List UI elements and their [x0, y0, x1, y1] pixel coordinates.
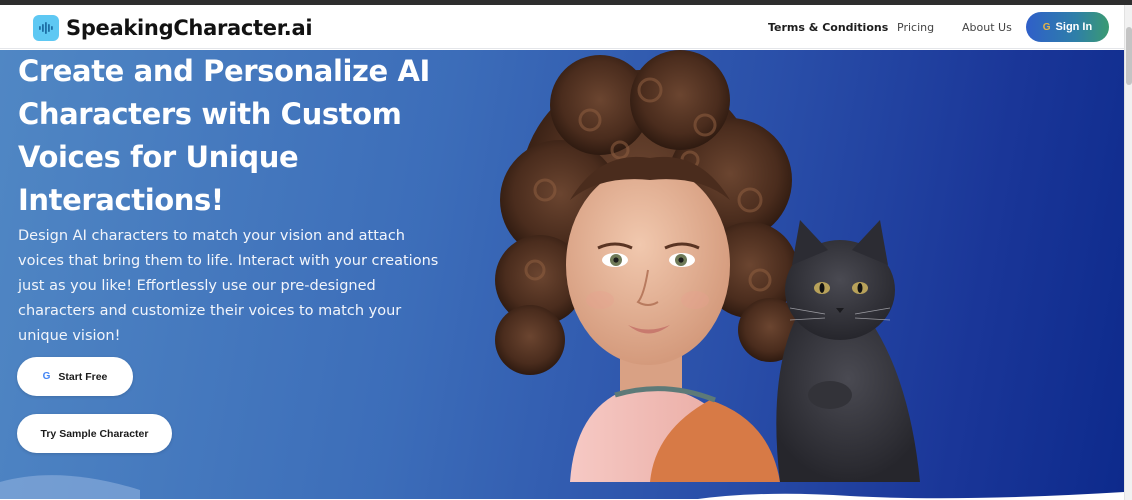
- hero-subtext: Design AI characters to match your visio…: [18, 228, 439, 344]
- start-free-button[interactable]: G Start Free: [17, 357, 133, 396]
- sound-wave-icon: [33, 15, 59, 41]
- hero-headline: Create and Personalize AI Characters wit…: [18, 54, 430, 217]
- hero-section: Create and Personalize AI Characters wit…: [0, 50, 1124, 500]
- google-g-icon: G: [1042, 21, 1051, 33]
- sign-in-button[interactable]: G Sign In: [1026, 12, 1109, 42]
- try-sample-label: Try Sample Character: [40, 427, 149, 440]
- nav-pricing-link[interactable]: Pricing: [897, 21, 934, 34]
- hero-bottom-wave: [0, 475, 1124, 500]
- google-g-icon: G: [42, 371, 51, 382]
- nav-about-link[interactable]: About Us: [962, 21, 1012, 34]
- nav-terms-link[interactable]: Terms & Conditions: [768, 21, 888, 34]
- try-sample-character-button[interactable]: Try Sample Character: [17, 414, 172, 453]
- navbar: SpeakingCharacter.ai Terms & Conditions …: [0, 5, 1124, 49]
- page-scrollbar[interactable]: [1124, 5, 1132, 500]
- hero-character-image: [495, 50, 920, 482]
- brand-name: SpeakingCharacter.ai: [66, 16, 313, 40]
- start-free-label: Start Free: [58, 370, 108, 383]
- brand-logo-link[interactable]: SpeakingCharacter.ai: [33, 14, 313, 42]
- sign-in-label: Sign In: [1055, 21, 1093, 33]
- scrollbar-thumb[interactable]: [1126, 27, 1132, 85]
